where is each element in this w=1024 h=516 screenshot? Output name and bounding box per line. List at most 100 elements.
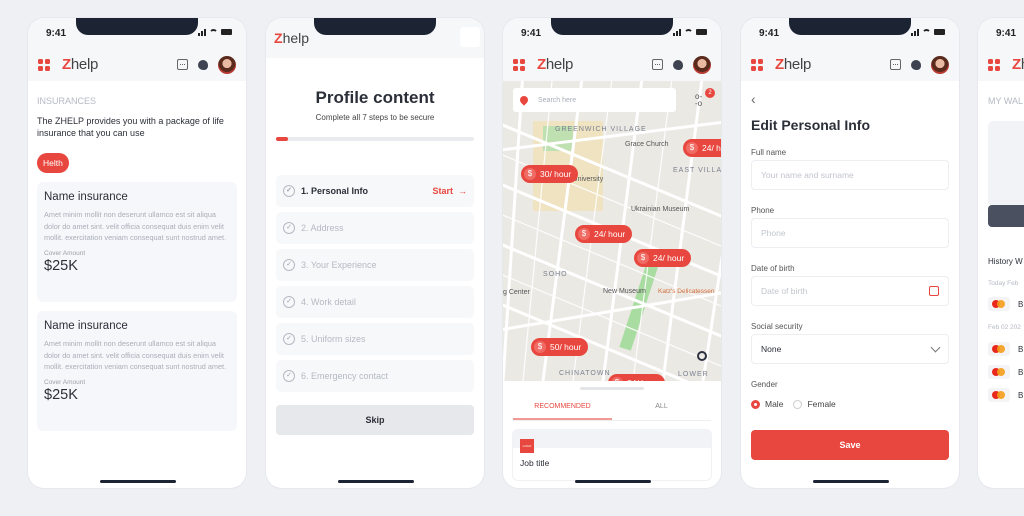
avatar[interactable] [693,55,711,74]
bell-icon[interactable] [911,59,921,70]
step-uniform-sizes[interactable]: ✓ 5. Uniform sizes [276,323,474,355]
drag-handle[interactable] [580,387,644,390]
map-label: LOWER [678,371,709,378]
phone-input[interactable]: Phone [751,218,949,248]
chevron-down-icon [930,342,941,352]
mastercard-icon [988,297,1010,311]
mastercard-icon [988,342,1010,356]
back-chevron-icon[interactable]: ‹ [751,91,756,107]
price-marker[interactable]: $24/ hour [683,139,721,157]
price-marker[interactable]: $50/ hour [531,338,589,356]
map-label: CHINATOWN [559,370,611,377]
map-label: SOHO [543,271,568,278]
wallet-button[interactable] [988,205,1024,227]
avatar[interactable] [931,55,949,74]
logo: Zhelp [62,56,99,73]
date-label: Today Feb [988,280,1019,287]
transaction-row[interactable]: B [988,388,1023,402]
grid-icon[interactable] [751,58,763,71]
status-time: 9:41 [996,28,1017,39]
calendar-icon[interactable] [929,286,939,296]
bell-icon[interactable] [198,59,208,70]
company-logo: LOGO [520,439,534,453]
gender-radio-group: Male Female [751,399,836,409]
calendar-icon[interactable] [652,59,663,70]
card-title: Name insurance [44,320,128,332]
check-circle-icon: ✓ [283,333,295,345]
home-indicator [338,480,414,483]
full-name-label: Full name [751,148,787,157]
notch [789,18,911,35]
app-bar: Zhelp [978,48,1024,81]
progress-fill [276,137,288,141]
skip-button[interactable]: Skip [276,405,474,435]
my-location-icon[interactable] [697,351,707,361]
signal-icon [911,28,919,36]
phone-label: Phone [751,206,775,215]
calendar-icon[interactable] [890,59,901,70]
transaction-row[interactable]: B [988,365,1023,379]
progress-bar [276,137,474,141]
grid-icon[interactable] [513,58,525,71]
phone-map: 9:41 Zhelp Search here o- -o 2 GREENWICH V… [503,18,721,488]
check-circle-icon: ✓ [283,222,295,234]
map-label: g Center [503,289,530,296]
transaction-row[interactable]: B [988,342,1023,356]
avatar[interactable] [218,55,236,74]
category-chip[interactable]: Helth [37,153,69,173]
calendar-icon[interactable] [177,59,188,70]
save-button[interactable]: Save [751,430,949,460]
location-pin-icon [518,94,530,106]
map-view[interactable]: Search here o- -o 2 GREENWICH VILLAGE Grac… [503,81,721,381]
step-experience[interactable]: ✓ 3. Your Experience [276,249,474,281]
tab-all[interactable]: ALL [612,399,711,420]
check-circle-icon: ✓ [283,296,295,308]
grid-icon[interactable] [38,58,50,71]
gender-female-radio[interactable]: Female [793,399,836,409]
bell-icon[interactable] [673,59,683,70]
filter-icon[interactable]: o- -o 2 [695,88,715,108]
step-address[interactable]: ✓ 2. Address [276,212,474,244]
map-label: Grace Church [625,141,669,148]
full-name-input[interactable]: Your name and surname [751,160,949,190]
status-bar: 9:41 [978,18,1024,48]
insurance-card[interactable]: Name insurance Amet minim mollit non des… [37,311,237,431]
dollar-icon: $ [524,168,536,180]
dob-input[interactable]: Date of birth [751,276,949,306]
wifi-icon [209,28,218,36]
bottom-sheet: RECOMMENDED ALL LOGO Job title [503,381,721,488]
gender-male-radio[interactable]: Male [751,399,783,409]
price-marker[interactable]: $24/ hour [575,225,633,243]
tab-recommended[interactable]: RECOMMENDED [513,399,612,420]
page-title: Profile content [315,88,435,107]
placeholder-button[interactable] [460,27,480,47]
page-subtitle: Complete all 7 steps to be secure [315,113,435,122]
price-marker[interactable]: $24/ hour [608,374,666,381]
dollar-icon: $ [578,228,590,240]
transaction-row[interactable]: B [988,297,1023,311]
app-bar: Zhelp [28,48,246,81]
price-marker[interactable]: $24/ hour [634,249,692,267]
mastercard-icon [988,388,1010,402]
job-card[interactable]: LOGO Job title [513,430,711,480]
step-personal-info[interactable]: ✓ 1. Personal Info Start → [276,175,474,207]
step-work-detail[interactable]: ✓ 4. Work detail [276,286,474,318]
start-button[interactable]: Start → [432,186,467,196]
cover-label: Cover Amount [44,249,86,257]
phone-insurances: 9:41 Zhelp INSURANCES The ZHELP provides… [28,18,246,488]
social-security-label: Social security [751,322,803,331]
step-emergency-contact[interactable]: ✓ 6. Emergency contact [276,360,474,392]
grid-icon[interactable] [988,58,1000,71]
tab-bar: RECOMMENDED ALL [513,399,711,421]
price-marker[interactable]: $30/ hour [521,165,579,183]
card-description: Amet minim mollit non deserunt ullamco e… [44,339,227,371]
search-input[interactable]: Search here [513,88,676,112]
dob-label: Date of birth [751,264,795,273]
map-label: EAST VILLAGE [673,167,721,174]
signal-icon [198,28,206,36]
insurance-card[interactable]: Name insurance Amet minim mollit non des… [37,182,237,302]
social-security-select[interactable]: None [751,334,949,364]
cover-amount: $25K [44,257,78,274]
mastercard-icon [988,365,1010,379]
wifi-icon [922,28,931,36]
